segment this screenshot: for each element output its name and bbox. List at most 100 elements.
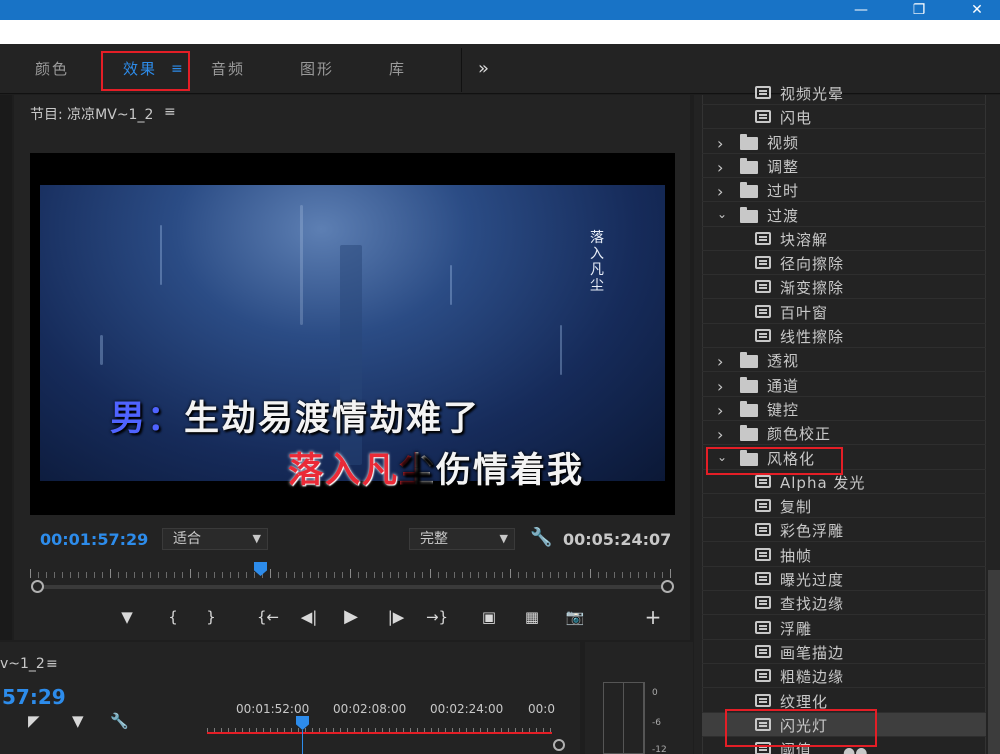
tab-libraries[interactable]: 库 bbox=[389, 44, 406, 94]
lyric-line-1: 男：生劫易渡情劫难了 bbox=[110, 390, 480, 441]
step-forward-icon[interactable]: |▶ bbox=[384, 605, 408, 629]
chevron-down-icon[interactable]: ⌄ bbox=[717, 207, 727, 221]
fit-select[interactable]: 适合 ▼ bbox=[162, 528, 268, 550]
mark-out-icon[interactable]: } bbox=[199, 605, 223, 629]
lyric-line-2: 落入凡尘伤情着我 bbox=[288, 442, 584, 493]
play-icon[interactable]: ▶ bbox=[339, 605, 363, 629]
strobe-light-highlight bbox=[725, 709, 877, 747]
zoom-handle-left[interactable] bbox=[31, 580, 44, 593]
current-timecode[interactable]: 00:01:57:29 bbox=[40, 530, 148, 549]
close-button[interactable]: ✕ bbox=[954, 0, 1000, 20]
timeline-timecode[interactable]: 57:29 bbox=[2, 685, 66, 709]
ruler-tick bbox=[238, 572, 239, 578]
timeline-menu-icon[interactable]: ≡ bbox=[46, 656, 58, 672]
scene-streak bbox=[560, 325, 562, 375]
minimize-button[interactable]: — bbox=[838, 0, 884, 20]
effects-item-label: 粗糙边缘 bbox=[780, 668, 845, 686]
ruler-tick bbox=[278, 572, 279, 578]
go-to-in-icon[interactable]: {← bbox=[254, 605, 282, 629]
chevron-right-icon[interactable]: › bbox=[717, 134, 723, 153]
extract-icon[interactable]: ▦ bbox=[520, 605, 544, 629]
effect-preset-icon bbox=[755, 621, 771, 634]
ruler-tick bbox=[494, 572, 495, 578]
ruler-tick bbox=[334, 572, 335, 578]
effects-preset-row[interactable] bbox=[702, 300, 986, 324]
monitor-time-ruler[interactable] bbox=[30, 566, 671, 584]
timeline-marker-icon[interactable]: ▼ bbox=[72, 712, 84, 730]
effects-item-label: 彩色浮雕 bbox=[780, 522, 845, 540]
meter-label: -6 bbox=[652, 718, 661, 728]
chevron-right-icon[interactable]: › bbox=[717, 425, 723, 444]
nest-icon[interactable]: ◤ bbox=[28, 712, 40, 730]
chevron-right-icon[interactable]: › bbox=[717, 352, 723, 371]
ruler-tick bbox=[54, 572, 55, 578]
add-button-icon[interactable]: + bbox=[641, 605, 665, 629]
ruler-tick bbox=[230, 572, 231, 578]
meter-label: -12 bbox=[652, 745, 667, 754]
scene-streak bbox=[450, 265, 452, 305]
program-monitor-menu-icon[interactable]: ≡ bbox=[164, 104, 176, 120]
tab-color[interactable]: 颜色 bbox=[35, 44, 69, 94]
ruler-tick bbox=[510, 569, 511, 578]
ruler-tick bbox=[478, 572, 479, 578]
ruler-tick bbox=[550, 572, 551, 578]
go-to-out-icon[interactable]: →} bbox=[423, 605, 451, 629]
timeline-wrench-icon[interactable]: 🔧 bbox=[110, 712, 129, 730]
ruler-tick bbox=[582, 572, 583, 578]
ruler-tick bbox=[558, 572, 559, 578]
chevron-right-icon[interactable]: › bbox=[717, 377, 723, 396]
ruler-tick bbox=[438, 572, 439, 578]
wrench-icon[interactable]: 🔧 bbox=[530, 527, 552, 548]
ruler-tick bbox=[382, 572, 383, 578]
restore-button[interactable]: ❐ bbox=[896, 0, 942, 20]
ruler-tick bbox=[118, 572, 119, 578]
ruler-tick bbox=[622, 572, 623, 578]
ruler-tick bbox=[350, 569, 351, 578]
effects-preset-row[interactable] bbox=[702, 543, 986, 567]
step-back-icon[interactable]: ◀| bbox=[297, 605, 321, 629]
tabs-overflow-icon[interactable]: » bbox=[478, 58, 489, 79]
effect-preset-icon bbox=[755, 232, 771, 245]
mark-in-icon[interactable]: { bbox=[161, 605, 185, 629]
zoom-handle-right[interactable] bbox=[661, 580, 674, 593]
tab-graphics[interactable]: 图形 bbox=[300, 44, 334, 94]
fit-select-value: 适合 bbox=[173, 531, 201, 547]
monitor-zoom-bar[interactable] bbox=[35, 585, 670, 589]
quality-select[interactable]: 完整 ▼ bbox=[409, 528, 515, 550]
timeline-time-label: 00:01:52:00 bbox=[236, 702, 310, 716]
effects-item-label: 键控 bbox=[767, 401, 800, 419]
left-panel-strip bbox=[0, 95, 12, 640]
camera-icon[interactable]: 📷 bbox=[563, 605, 587, 629]
add-marker-icon[interactable]: ▼ bbox=[115, 605, 139, 629]
lift-icon[interactable]: ▣ bbox=[477, 605, 501, 629]
ruler-tick bbox=[38, 572, 39, 578]
program-monitor-title[interactable]: 节目: 凉凉MV~1_2 bbox=[30, 104, 153, 124]
ruler-tick bbox=[342, 572, 343, 578]
timeline-title[interactable]: v~1_2 bbox=[0, 656, 45, 672]
effects-scrollbar[interactable] bbox=[988, 570, 1000, 754]
ruler-tick bbox=[110, 569, 111, 578]
folder-icon bbox=[740, 377, 758, 393]
folder-icon bbox=[740, 352, 758, 368]
ruler-tick bbox=[454, 572, 455, 578]
ruler-tick bbox=[574, 572, 575, 578]
tab-audio[interactable]: 音频 bbox=[211, 44, 245, 94]
duration-timecode: 00:05:24:07 bbox=[563, 530, 672, 549]
lyric-line-2-rest: 伤情着我 bbox=[436, 451, 585, 491]
timeline-zoom-handle[interactable] bbox=[553, 739, 565, 751]
ruler-tick bbox=[470, 572, 471, 578]
ruler-tick bbox=[542, 572, 543, 578]
ruler-tick bbox=[670, 569, 671, 578]
effects-preset-row[interactable] bbox=[702, 494, 986, 518]
effect-preset-icon bbox=[755, 694, 771, 707]
effects-preset-row[interactable] bbox=[702, 105, 986, 129]
chevron-right-icon[interactable]: › bbox=[717, 401, 723, 420]
ruler-tick bbox=[590, 569, 591, 578]
chevron-right-icon[interactable]: › bbox=[717, 182, 723, 201]
ruler-tick bbox=[502, 572, 503, 578]
effects-preset-row[interactable] bbox=[702, 227, 986, 251]
chevron-right-icon[interactable]: › bbox=[717, 158, 723, 177]
effects-preset-row[interactable] bbox=[702, 616, 986, 640]
effects-item-label: 径向擦除 bbox=[780, 255, 845, 273]
effects-item-label: 曝光过度 bbox=[780, 571, 845, 589]
